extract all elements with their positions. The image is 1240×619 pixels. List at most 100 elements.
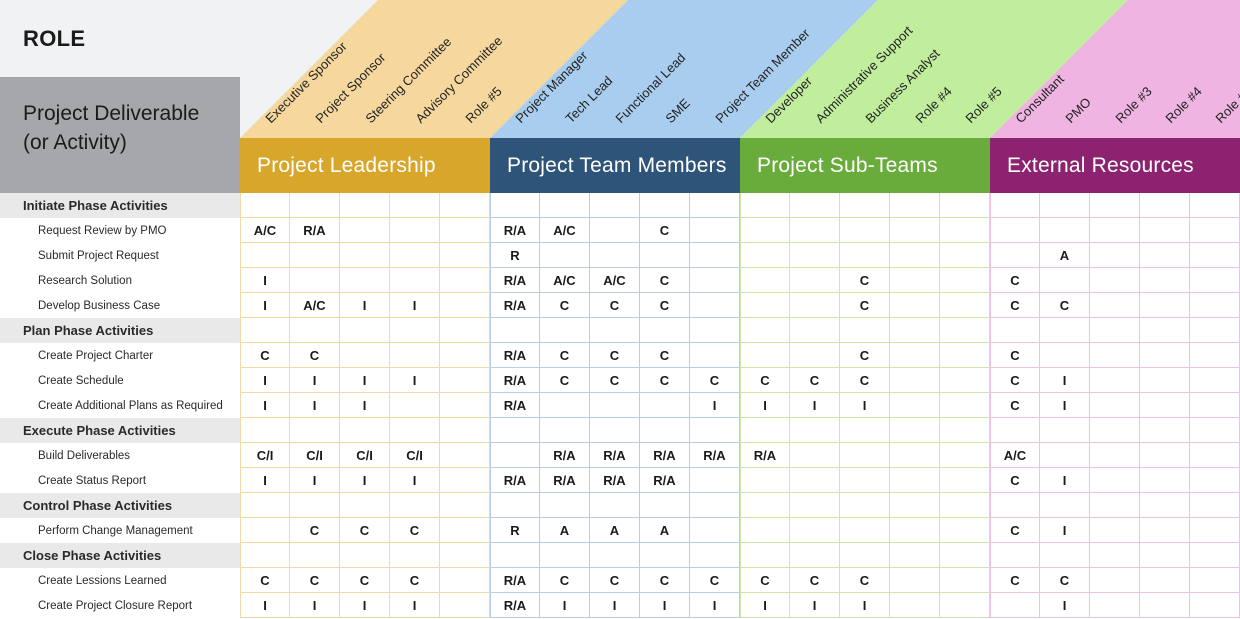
- group-band-external-resources: External Resources: [990, 138, 1240, 193]
- raci-cell: C: [590, 568, 640, 593]
- raci-cell: [1190, 568, 1240, 593]
- raci-cell: [690, 343, 740, 368]
- raci-cell: [290, 193, 340, 218]
- table-row: Develop Business Case I A/C I I R/A C C C C C C: [0, 293, 1240, 318]
- deliverable-label: Develop Business Case: [0, 293, 240, 318]
- raci-cell: [1140, 543, 1190, 568]
- raci-cell: [1190, 518, 1240, 543]
- raci-cell: [1040, 318, 1090, 343]
- raci-cell: [940, 493, 990, 518]
- raci-cell: R/A: [590, 468, 640, 493]
- raci-cell: I: [340, 393, 390, 418]
- raci-cell: [440, 268, 490, 293]
- raci-cell: C: [840, 343, 890, 368]
- raci-cell: [790, 243, 840, 268]
- raci-cell: I: [1040, 468, 1090, 493]
- raci-cell: C: [540, 568, 590, 593]
- raci-cell: [840, 493, 890, 518]
- raci-cell: C/I: [240, 443, 290, 468]
- raci-cell: C: [840, 568, 890, 593]
- raci-cell: C: [990, 343, 1040, 368]
- raci-cell: [740, 518, 790, 543]
- raci-cell: [990, 593, 1040, 618]
- raci-cell: I: [340, 593, 390, 618]
- raci-cell: [290, 318, 340, 343]
- raci-cell: [690, 518, 740, 543]
- deliverable-label: Create Additional Plans as Required: [0, 393, 240, 418]
- raci-cell: R/A: [490, 268, 540, 293]
- raci-cell: I: [740, 593, 790, 618]
- raci-cell: [440, 518, 490, 543]
- raci-cell: [640, 418, 690, 443]
- raci-cell: [440, 293, 490, 318]
- raci-cell: C: [640, 568, 690, 593]
- raci-cell: A/C: [540, 268, 590, 293]
- raci-cell: [1090, 243, 1140, 268]
- raci-cell: [1090, 443, 1140, 468]
- table-row: Request Review by PMO A/C R/A R/A A/C C: [0, 218, 1240, 243]
- table-row: Create Lessions Learned C C C C R/A C C C C C C C C C: [0, 568, 1240, 593]
- raci-cell: [390, 418, 440, 443]
- raci-cell: R: [490, 518, 540, 543]
- raci-cell: C: [540, 343, 590, 368]
- raci-cell: C: [1040, 293, 1090, 318]
- raci-cell: [1140, 293, 1190, 318]
- raci-cell: [890, 243, 940, 268]
- raci-cell: [540, 393, 590, 418]
- raci-cell: [990, 418, 1040, 443]
- raci-cell: [940, 268, 990, 293]
- raci-cell: [440, 468, 490, 493]
- raci-cell: [1090, 543, 1140, 568]
- raci-cell: [1140, 343, 1190, 368]
- raci-cell: [590, 218, 640, 243]
- raci-cell: R/A: [490, 568, 540, 593]
- raci-cell: [640, 393, 690, 418]
- raci-cell: R/A: [540, 468, 590, 493]
- raci-cell: [740, 343, 790, 368]
- raci-cell: C: [990, 468, 1040, 493]
- raci-cell: I: [240, 393, 290, 418]
- raci-cell: C: [540, 293, 590, 318]
- raci-cell: [940, 393, 990, 418]
- raci-cell: [690, 468, 740, 493]
- raci-cell: [590, 393, 640, 418]
- raci-cell: [790, 343, 840, 368]
- raci-cell: [890, 193, 940, 218]
- raci-cell: [840, 318, 890, 343]
- raci-cell: R/A: [740, 443, 790, 468]
- role-title: ROLE: [23, 26, 86, 51]
- raci-cell: R/A: [490, 368, 540, 393]
- raci-cell: R/A: [690, 443, 740, 468]
- group-band-label: External Resources: [1007, 153, 1194, 177]
- raci-cell: [1140, 218, 1190, 243]
- raci-cell: [790, 193, 840, 218]
- raci-cell: [790, 293, 840, 318]
- deliverable-label: Create Schedule: [0, 368, 240, 393]
- raci-cell: [540, 193, 590, 218]
- raci-cell: [790, 318, 840, 343]
- raci-cell: [1190, 343, 1240, 368]
- raci-cell: I: [1040, 393, 1090, 418]
- raci-cell: [1090, 343, 1140, 368]
- raci-cell: [990, 193, 1040, 218]
- raci-cell: [940, 568, 990, 593]
- raci-cell: [290, 268, 340, 293]
- raci-cell: R/A: [540, 443, 590, 468]
- raci-cell: C: [840, 368, 890, 393]
- raci-cell: [1140, 393, 1190, 418]
- raci-cell: C: [240, 568, 290, 593]
- phase-label: Plan Phase Activities: [0, 318, 240, 343]
- raci-cell: [840, 243, 890, 268]
- raci-cell: [1140, 243, 1190, 268]
- group-band-label: Project Leadership: [257, 153, 436, 177]
- raci-cell: [390, 493, 440, 518]
- raci-cell: R/A: [490, 343, 540, 368]
- raci-cell: C: [690, 368, 740, 393]
- raci-cell: I: [390, 368, 440, 393]
- raci-cell: [1040, 193, 1090, 218]
- raci-cell: [290, 418, 340, 443]
- raci-cell: [240, 493, 290, 518]
- raci-cell: R/A: [490, 293, 540, 318]
- raci-cell: [1190, 318, 1240, 343]
- raci-cell: [1140, 418, 1190, 443]
